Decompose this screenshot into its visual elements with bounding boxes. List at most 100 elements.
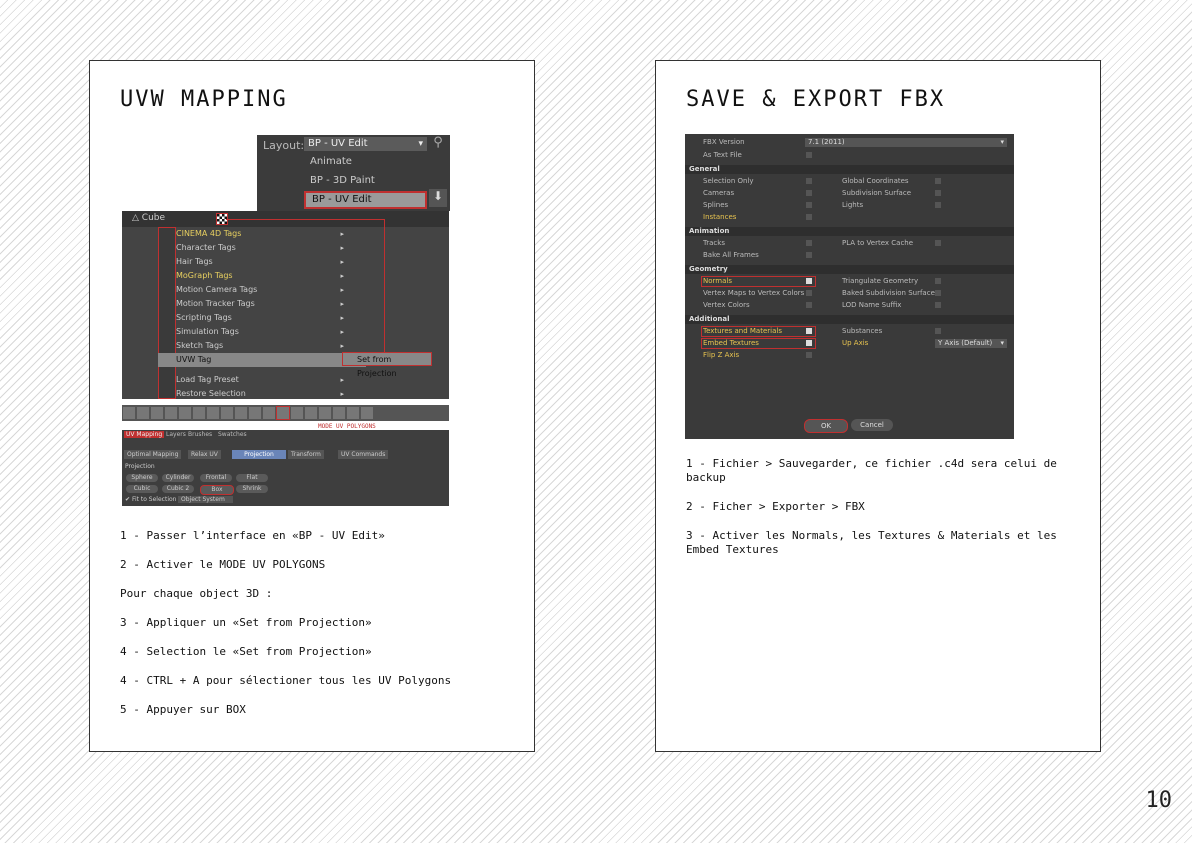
uvw-mapping-card: UVW MAPPING Layout: BP - UV Edit ⚲ Anima… [89, 60, 535, 752]
tool-icon[interactable] [333, 407, 345, 419]
tool-icon[interactable] [319, 407, 331, 419]
menu-item-uvw-tag[interactable]: UVW Tag [158, 353, 366, 367]
option-checkbox[interactable] [935, 290, 941, 296]
tool-icon[interactable] [235, 407, 247, 419]
subtab-transform[interactable]: Transform [288, 450, 324, 459]
menu-item[interactable]: Scripting Tags [176, 311, 348, 325]
option-label: Splines [703, 201, 729, 209]
tool-icon[interactable] [291, 407, 303, 419]
up-axis-dropdown[interactable]: Y Axis (Default) [935, 339, 1007, 348]
option-checkbox[interactable] [935, 202, 941, 208]
subtab-relax-uv[interactable]: Relax UV [188, 450, 221, 459]
option-checkbox[interactable] [806, 178, 812, 184]
step-text: 5 - Appuyer sur BOX [120, 703, 246, 716]
set-from-projection-item[interactable]: Set from Projection [342, 352, 432, 378]
tool-icon[interactable] [221, 407, 233, 419]
option-checkbox[interactable] [806, 252, 812, 258]
annotation-line [226, 219, 384, 220]
menu-item[interactable]: Simulation Tags [176, 325, 348, 339]
arrow-down-icon[interactable]: ⬇ [429, 189, 447, 207]
tool-icon[interactable] [347, 407, 359, 419]
option-label: Baked Subdivision Surface [842, 289, 935, 297]
fit-dropdown[interactable]: Object System [178, 496, 233, 503]
tool-icon[interactable] [305, 407, 317, 419]
menu-item[interactable]: Motion Camera Tags [176, 283, 348, 297]
sphere-button[interactable]: Sphere [126, 474, 158, 482]
shrink-button[interactable]: Shrink [236, 485, 268, 493]
option-checkbox[interactable] [806, 290, 812, 296]
option-checkbox[interactable] [806, 214, 812, 220]
frontal-button[interactable]: Frontal [200, 474, 232, 482]
search-icon[interactable]: ⚲ [429, 135, 447, 153]
option-label: PLA to Vertex Cache [842, 239, 914, 247]
cancel-button[interactable]: Cancel [851, 419, 893, 431]
as-text-file-checkbox[interactable] [806, 152, 812, 158]
undo-icon[interactable] [123, 407, 135, 419]
subtab-optimal-mapping[interactable]: Optimal Mapping [124, 450, 182, 459]
option-checkbox[interactable] [935, 178, 941, 184]
option-label: Vertex Colors [703, 301, 750, 309]
option-checkbox[interactable] [806, 302, 812, 308]
fit-to-selection-checkbox[interactable]: ✔ Fit to Selection [125, 496, 176, 503]
uv-panel: UV Mapping Layers Brushes Swatches Optim… [122, 430, 449, 506]
option-label: Vertex Maps to Vertex Colors [703, 289, 805, 297]
cubic2-button[interactable]: Cubic 2 [162, 485, 194, 493]
option-label: Triangulate Geometry [842, 277, 919, 285]
tool-icon[interactable] [179, 407, 191, 419]
menu-item[interactable]: MoGraph Tags [176, 269, 348, 283]
menu-item[interactable]: Sketch Tags [176, 339, 348, 353]
tab-layers[interactable]: Layers [166, 431, 186, 438]
fbx-version-dropdown[interactable]: 7.1 (2011) [805, 138, 1007, 147]
option-checkbox[interactable] [806, 202, 812, 208]
projection-label: Projection [125, 463, 155, 470]
save-export-card: SAVE & EXPORT FBX FBX Version 7.1 (2011)… [655, 60, 1101, 752]
option-label: LOD Name Suffix [842, 301, 902, 309]
menu-item[interactable]: Character Tags [176, 241, 348, 255]
layout-select[interactable]: BP - UV Edit [304, 137, 427, 151]
option-checkbox[interactable] [806, 240, 812, 246]
tab-uv-mapping[interactable]: UV Mapping [124, 431, 165, 438]
cylinder-button[interactable]: Cylinder [162, 474, 194, 482]
uv-polygons-mode-icon[interactable] [276, 406, 290, 420]
menu-item[interactable]: CINEMA 4D Tags [176, 227, 348, 241]
box-button[interactable]: Box [200, 485, 234, 495]
tab-brushes[interactable]: Brushes [188, 431, 212, 438]
option-label: Tracks [703, 239, 725, 247]
right-steps: 1 - Fichier > Sauvegarder, ce fichier .c… [686, 457, 1076, 572]
option-checkbox[interactable] [935, 328, 941, 334]
tool-icon[interactable] [249, 407, 261, 419]
tab-swatches[interactable]: Swatches [218, 431, 247, 438]
object-cube[interactable]: △ Cube [132, 213, 165, 223]
option-checkbox[interactable] [935, 240, 941, 246]
tool-icon[interactable] [137, 407, 149, 419]
layout-option-selected[interactable]: BP - UV Edit [304, 191, 427, 209]
option-checkbox[interactable] [935, 190, 941, 196]
option-checkbox[interactable] [935, 278, 941, 284]
as-text-file-label: As Text File [703, 151, 742, 159]
flat-button[interactable]: Flat [236, 474, 268, 482]
step-text: 4 - CTRL + A pour sélectioner tous les U… [120, 674, 452, 687]
tool-icon[interactable] [207, 407, 219, 419]
subtab-uv-commands[interactable]: UV Commands [338, 450, 389, 459]
tool-icon[interactable] [263, 407, 275, 419]
option-label: Bake All Frames [703, 251, 759, 259]
step-text: 1 - Passer l’interface en «BP - UV Edit» [120, 529, 385, 542]
tool-icon[interactable] [361, 407, 373, 419]
tool-icon[interactable] [151, 407, 163, 419]
tool-icon[interactable] [193, 407, 205, 419]
menu-item[interactable]: Restore Selection [176, 387, 348, 401]
ok-button[interactable]: OK [804, 419, 848, 433]
layout-option[interactable]: BP - 3D Paint [304, 172, 427, 190]
cubic-button[interactable]: Cubic [126, 485, 158, 493]
option-checkbox[interactable] [935, 302, 941, 308]
option-label: Cameras [703, 189, 735, 197]
menu-item[interactable]: Hair Tags [176, 255, 348, 269]
layout-option[interactable]: Animate [304, 153, 427, 171]
option-label: Instances [703, 213, 737, 221]
option-checkbox[interactable] [806, 190, 812, 196]
menu-item[interactable]: Motion Tracker Tags [176, 297, 348, 311]
option-checkbox[interactable] [806, 352, 812, 358]
subtab-projection[interactable]: Projection [232, 450, 286, 459]
menu-item[interactable]: Load Tag Preset [176, 373, 348, 387]
tool-icon[interactable] [165, 407, 177, 419]
